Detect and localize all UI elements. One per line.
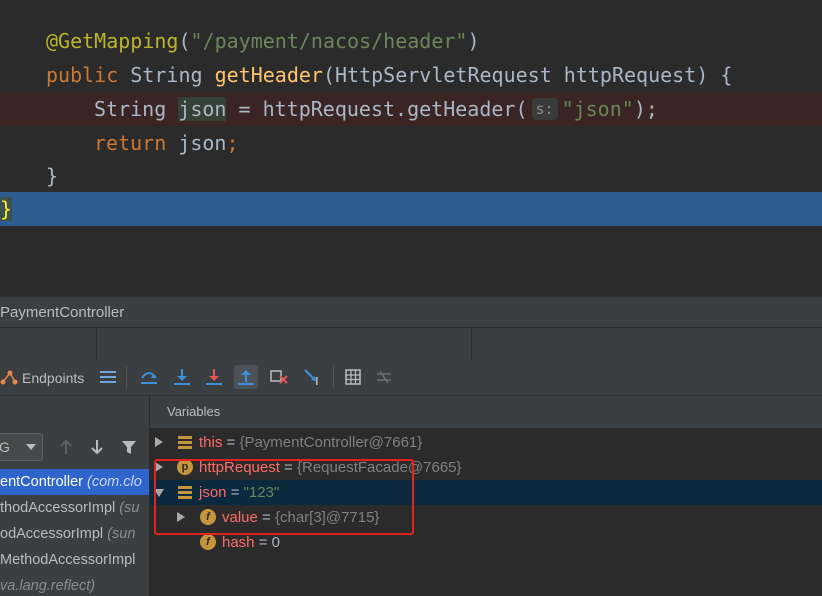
threads-menu-icon[interactable] <box>96 365 120 389</box>
type-token: String <box>94 97 167 121</box>
local-var-json[interactable]: json <box>178 97 227 121</box>
code-line-annotation: @GetMapping("/payment/nacos/header") <box>0 24 822 58</box>
variable-value: {PaymentController@7661} <box>239 434 423 451</box>
variable-value: {RequestFacade@7665} <box>297 459 462 476</box>
expand-arrow-icon[interactable] <box>155 437 163 447</box>
expand-arrow-icon[interactable] <box>155 462 163 472</box>
local-variable-icon <box>178 486 192 499</box>
variable-row-json[interactable]: json = "123" <box>150 480 822 505</box>
step-over-icon[interactable] <box>137 365 161 389</box>
run-to-cursor-icon[interactable] <box>300 365 324 389</box>
next-frame-icon[interactable] <box>85 435 109 459</box>
debug-session-name: PaymentController <box>0 304 125 321</box>
thread-select[interactable]: G <box>0 433 43 461</box>
field-icon: f <box>200 509 216 525</box>
variable-row-hash[interactable]: f hash = 0 <box>150 530 822 555</box>
variable-value: "123" <box>243 484 280 501</box>
method-params: (HttpServletRequest httpRequest) { <box>322 63 733 87</box>
variables-title: Variables <box>167 404 221 419</box>
debug-toolbar: Endpoints <box>0 360 822 396</box>
code-editor[interactable]: @GetMapping("/payment/nacos/header") pub… <box>0 0 822 296</box>
assign-expression: = httpRequest.getHeader( <box>226 97 528 121</box>
debug-session-title[interactable]: PaymentController <box>0 296 822 328</box>
variables-panel: Variables this = {PaymentController@7661… <box>150 396 822 596</box>
field-icon: f <box>200 534 216 550</box>
step-into-icon[interactable] <box>170 365 194 389</box>
header-arg-string: "json" <box>561 97 634 121</box>
paren-token: ( <box>178 29 191 53</box>
code-line-breakpoint: String json = httpRequest.getHeader(s: "j… <box>0 92 822 126</box>
debug-tab-bar <box>0 327 822 361</box>
frame-item[interactable]: entController (com.clo <box>0 469 149 495</box>
variable-row-this[interactable]: this = {PaymentController@7661} <box>150 430 822 455</box>
parameter-hint: s: <box>531 98 558 120</box>
code-line-return: return json; <box>0 126 822 160</box>
variable-name: hash <box>222 534 255 551</box>
variable-name: json <box>199 484 227 501</box>
previous-frame-icon[interactable] <box>54 435 78 459</box>
frames-panel: G entController (com.clo thodAccessorImp… <box>0 396 150 596</box>
drop-frame-icon[interactable] <box>267 365 291 389</box>
frame-item[interactable]: va.lang.reflect) <box>0 573 149 596</box>
endpoints-icon <box>0 370 18 385</box>
variable-row-httpRequest[interactable]: p httpRequest = {RequestFacade@7665} <box>150 455 822 480</box>
mapping-path-string: "/payment/nacos/header" <box>190 29 468 53</box>
variables-header: Variables <box>150 396 822 428</box>
variable-row-value[interactable]: f value = {char[3]@7715} <box>150 505 822 530</box>
annotation-token: @GetMapping <box>46 29 179 53</box>
endpoints-label: Endpoints <box>22 370 85 386</box>
variable-value: 0 <box>271 534 280 551</box>
return-var: json <box>178 131 227 155</box>
variable-name: this <box>199 434 223 451</box>
collapse-arrow-icon[interactable] <box>154 489 164 497</box>
frame-item[interactable]: thodAccessorImpl (su <box>0 495 149 521</box>
filter-icon[interactable] <box>117 435 141 459</box>
variable-name: httpRequest <box>199 459 280 476</box>
closing-brace-matched: } <box>0 197 13 221</box>
type-token: String <box>130 63 203 87</box>
thread-select-value: G <box>0 439 10 455</box>
frame-item[interactable]: odAccessorImpl (sun <box>0 521 149 547</box>
code-line-inner-close: } <box>0 159 822 193</box>
variable-value: {char[3]@7715} <box>274 509 380 526</box>
toolbar-separator <box>126 366 127 388</box>
chevron-down-icon <box>26 444 36 450</box>
code-line-execution-point: } <box>0 192 822 226</box>
parameter-icon: p <box>177 459 193 475</box>
keyword-public: public <box>46 63 119 87</box>
expand-arrow-icon[interactable] <box>177 512 185 522</box>
force-step-into-icon[interactable] <box>202 365 226 389</box>
frame-item[interactable]: MethodAccessorImpl <box>0 547 149 573</box>
toolbar-separator <box>333 366 334 388</box>
paren-token: ) <box>467 29 480 53</box>
evaluate-expression-icon[interactable] <box>341 365 365 389</box>
endpoints-button[interactable]: Endpoints <box>0 368 84 388</box>
closing-brace: } <box>46 164 59 188</box>
variable-name: value <box>222 509 258 526</box>
keyword-return: return <box>94 131 167 155</box>
step-out-icon[interactable] <box>234 365 258 389</box>
local-variable-icon <box>178 436 192 449</box>
method-name: getHeader <box>214 63 323 87</box>
code-line-method-signature: public String getHeader(HttpServletReque… <box>0 58 822 92</box>
semicolon: ; <box>226 131 239 155</box>
tab-divider <box>96 328 97 360</box>
tab-divider <box>471 328 472 360</box>
call-close: ); <box>633 97 658 121</box>
trace-icon[interactable] <box>372 365 396 389</box>
